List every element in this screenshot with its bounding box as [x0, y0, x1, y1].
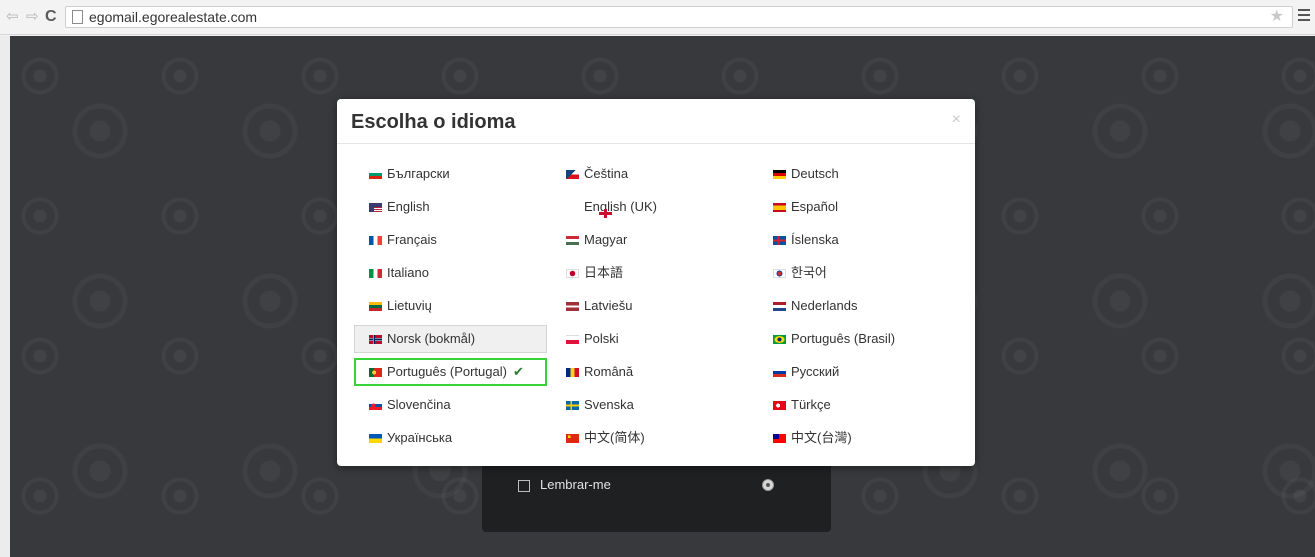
- browser-toolbar: ⇦ ⇨ C egomail.egorealestate.com ★: [0, 0, 1315, 35]
- address-bar[interactable]: egomail.egorealestate.com ★: [65, 6, 1293, 28]
- language-option-czech[interactable]: Čeština: [551, 160, 744, 188]
- language-option-swedish[interactable]: Svenska: [551, 391, 744, 419]
- checkmark-icon: ✔: [512, 364, 524, 379]
- close-icon[interactable]: ×: [952, 111, 961, 129]
- language-option-polish[interactable]: Polski: [551, 325, 744, 353]
- modal-divider: [337, 143, 975, 144]
- language-option-french[interactable]: Français: [354, 226, 547, 254]
- language-option-korean[interactable]: 한국어: [758, 259, 951, 287]
- language-modal: Escolha o idioma × Български Čeština Deu…: [337, 99, 975, 466]
- forward-arrow-icon[interactable]: ⇨: [26, 9, 39, 25]
- flag-iceland-icon: [773, 236, 786, 245]
- flag-romania-icon: [566, 368, 579, 377]
- modal-title: Escolha o idioma: [351, 111, 516, 133]
- language-option-japanese[interactable]: 日本語: [551, 259, 744, 287]
- flag-czech-icon: [566, 170, 579, 179]
- flag-usa-icon: [369, 203, 382, 212]
- settings-icon[interactable]: [762, 479, 774, 491]
- remember-me-checkbox[interactable]: [518, 480, 530, 492]
- language-option-portuguese-portugal[interactable]: Português (Portugal) ✔: [354, 358, 547, 386]
- flag-bulgaria-icon: [369, 170, 382, 179]
- language-option-dutch[interactable]: Nederlands: [758, 292, 951, 320]
- login-panel: Lembrar-me: [482, 462, 831, 532]
- language-option-turkish[interactable]: Türkçe: [758, 391, 951, 419]
- flag-sweden-icon: [566, 401, 579, 410]
- language-option-chinese-simplified[interactable]: 中文(简体): [551, 424, 744, 452]
- flag-germany-icon: [773, 170, 786, 179]
- page-icon: [72, 10, 83, 24]
- language-option-icelandic[interactable]: Íslenska: [758, 226, 951, 254]
- flag-portugal-icon: [369, 368, 382, 377]
- language-option-italian[interactable]: Italiano: [354, 259, 547, 287]
- flag-russia-icon: [773, 368, 786, 377]
- language-option-latvian[interactable]: Latviešu: [551, 292, 744, 320]
- flag-spain-icon: [773, 203, 786, 212]
- flag-turkey-icon: [773, 401, 786, 410]
- language-option-chinese-traditional[interactable]: 中文(台灣): [758, 424, 951, 452]
- language-option-slovak[interactable]: Slovenčina: [354, 391, 547, 419]
- flag-latvia-icon: [566, 302, 579, 311]
- flag-china-icon: [566, 434, 579, 443]
- language-option-bulgarian[interactable]: Български: [354, 160, 547, 188]
- language-option-romanian[interactable]: Română: [551, 358, 744, 386]
- flag-korea-icon: [773, 269, 786, 278]
- flag-netherlands-icon: [773, 302, 786, 311]
- language-option-hungarian[interactable]: Magyar: [551, 226, 744, 254]
- remember-me-label: Lembrar-me: [540, 477, 611, 492]
- flag-france-icon: [369, 236, 382, 245]
- bookmark-star-icon[interactable]: ★: [1270, 8, 1284, 26]
- language-option-lithuanian[interactable]: Lietuvių: [354, 292, 547, 320]
- flag-hungary-icon: [566, 236, 579, 245]
- language-option-portuguese-brazil[interactable]: Português (Brasil): [758, 325, 951, 353]
- url-text: egomail.egorealestate.com: [89, 9, 258, 25]
- page-left-edge: [0, 36, 10, 557]
- language-option-english[interactable]: English: [354, 193, 547, 221]
- flag-taiwan-icon: [773, 434, 786, 443]
- back-arrow-icon[interactable]: ⇦: [6, 9, 19, 25]
- language-option-norwegian[interactable]: Norsk (bokmål): [354, 325, 547, 353]
- language-option-german[interactable]: Deutsch: [758, 160, 951, 188]
- flag-slovakia-icon: [369, 401, 382, 410]
- language-option-english-uk[interactable]: English (UK): [551, 193, 744, 221]
- language-option-russian[interactable]: Русский: [758, 358, 951, 386]
- language-option-spanish[interactable]: Español: [758, 193, 951, 221]
- flag-brazil-icon: [773, 335, 786, 344]
- flag-ukraine-icon: [369, 434, 382, 443]
- language-option-ukrainian[interactable]: Українська: [354, 424, 547, 452]
- reload-icon[interactable]: C: [45, 9, 57, 25]
- flag-italy-icon: [369, 269, 382, 278]
- flag-japan-icon: [566, 269, 579, 278]
- flag-norway-icon: [369, 335, 382, 344]
- flag-poland-icon: [566, 335, 579, 344]
- hamburger-menu-icon[interactable]: [1298, 9, 1310, 24]
- flag-lithuania-icon: [369, 302, 382, 311]
